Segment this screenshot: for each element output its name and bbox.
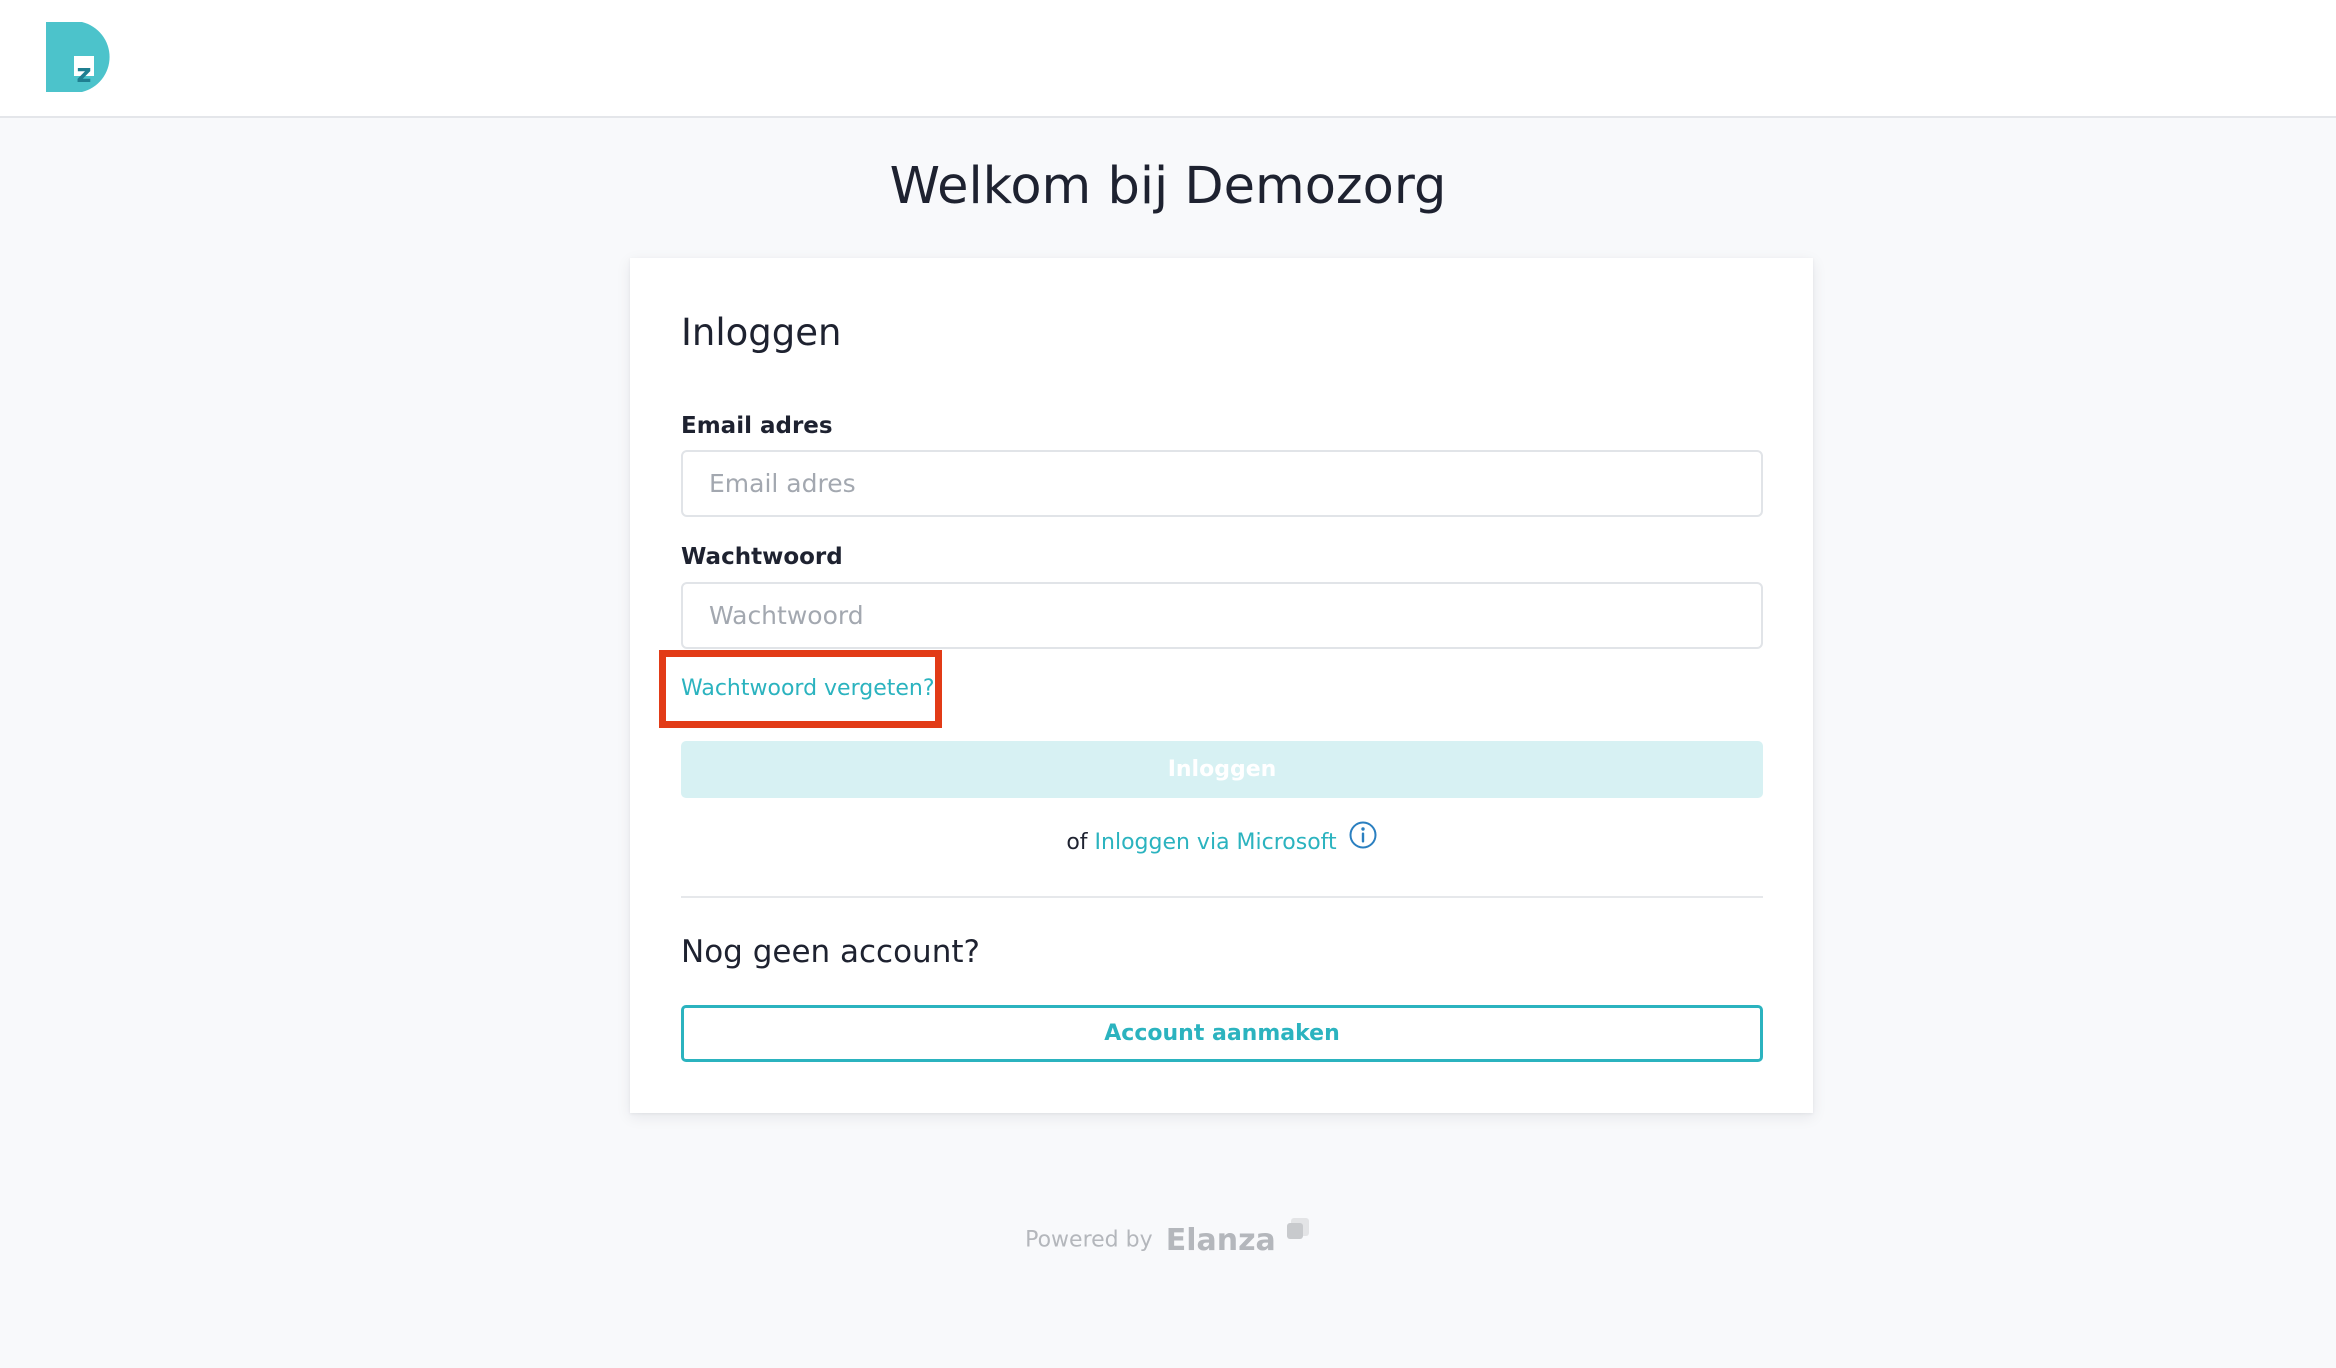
login-card: Inloggen Email adres Wachtwoord Wachtwoo… [630, 258, 1813, 1113]
microsoft-login-link[interactable]: Inloggen via Microsoft [1095, 830, 1337, 855]
top-bar: z [0, 0, 2336, 118]
forgot-password-link[interactable]: Wachtwoord vergeten? [681, 672, 935, 706]
email-label: Email adres [681, 413, 833, 439]
password-label: Wachtwoord [681, 544, 843, 570]
microsoft-login-row: of Inloggen via Microsoft [681, 821, 1763, 860]
page-title: Welkom bij Demozorg [889, 157, 1447, 216]
powered-by-text: Powered by [1025, 1227, 1153, 1253]
login-button[interactable]: Inloggen [681, 741, 1763, 798]
signup-heading: Nog geen account? [681, 934, 980, 970]
password-field[interactable] [681, 582, 1763, 649]
powered-by-footer: Powered by Elanza [0, 1218, 2336, 1260]
email-field[interactable] [681, 450, 1763, 517]
info-icon[interactable] [1348, 820, 1378, 862]
demozorg-logo-icon[interactable]: z [44, 20, 124, 94]
divider [681, 896, 1763, 898]
svg-text:z: z [76, 59, 91, 89]
elanza-brand: Elanza [1165, 1222, 1276, 1258]
elanza-mark-icon [1285, 1216, 1311, 1257]
or-text: of [1066, 830, 1088, 855]
login-card-title: Inloggen [681, 311, 842, 354]
create-account-button[interactable]: Account aanmaken [681, 1005, 1763, 1062]
